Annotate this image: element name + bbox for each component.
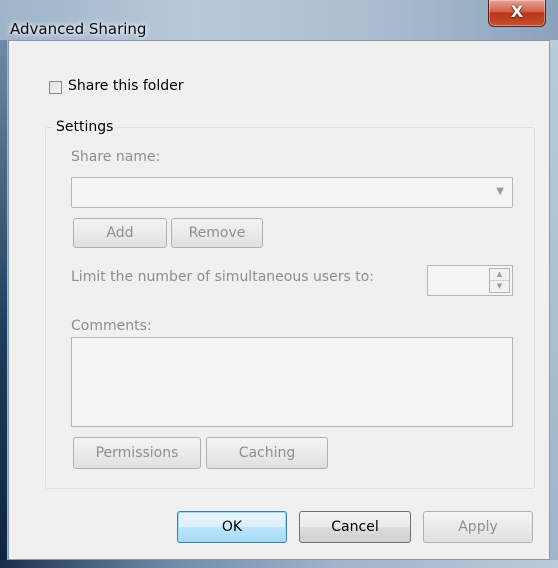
spin-up-icon[interactable]: ▲ [490,269,509,281]
limit-users-label: Limit the number of simultaneous users t… [71,269,374,285]
advanced-sharing-window: Advanced Sharing X Share this folder Set… [0,0,558,568]
close-button[interactable]: X [488,0,546,27]
window-frame-bottom [0,560,558,568]
close-icon: X [510,2,524,21]
window-frame-left [0,40,7,568]
chevron-down-icon[interactable]: ▼ [496,186,504,197]
spin-down-icon[interactable]: ▼ [490,281,509,292]
share-this-folder-checkbox[interactable] [49,81,62,94]
window-title: Advanced Sharing [10,20,147,38]
dialog-client-area: Share this folder Settings Share name: ▼… [8,40,550,560]
remove-button[interactable]: Remove [171,218,263,248]
share-this-folder-label[interactable]: Share this folder [68,78,184,94]
apply-button[interactable]: Apply [423,511,533,543]
user-limit-spinbox[interactable]: ▲ ▼ [427,265,513,296]
add-button[interactable]: Add [73,218,167,248]
comments-label: Comments: [71,318,152,334]
title-bar[interactable]: Advanced Sharing X [0,0,558,40]
spinner-buttons[interactable]: ▲ ▼ [489,268,510,293]
window-frame-right [550,40,558,568]
share-name-label: Share name: [71,149,161,165]
ok-button[interactable]: OK [177,511,287,543]
share-name-combobox[interactable]: ▼ [71,177,513,208]
comments-textarea[interactable] [71,337,513,427]
cancel-button[interactable]: Cancel [299,511,411,543]
settings-group-title: Settings [53,119,117,135]
caching-button[interactable]: Caching [206,437,328,469]
permissions-button[interactable]: Permissions [73,437,201,469]
